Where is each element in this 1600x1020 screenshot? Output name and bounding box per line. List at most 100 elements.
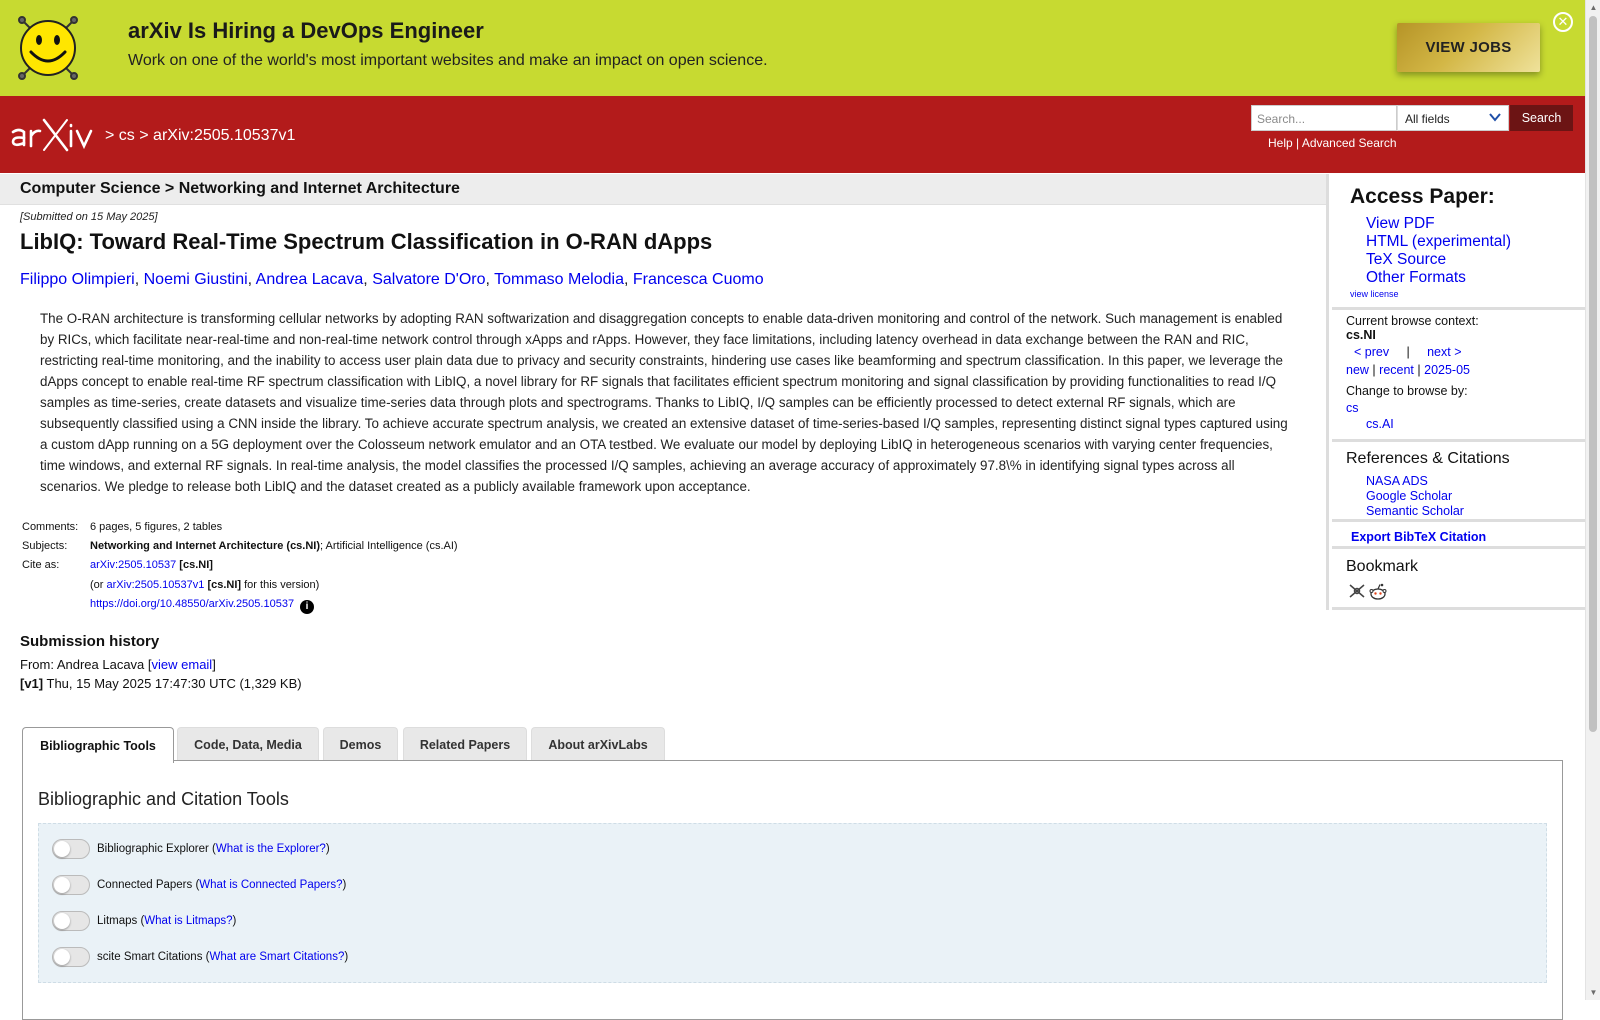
tool-help-link[interactable]: What is Connected Papers? (199, 879, 342, 891)
context-label: Current browse context: (1346, 314, 1479, 328)
subjects-value: Networking and Internet Architecture (cs… (90, 540, 458, 552)
author-link[interactable]: Noemi Giustini (144, 271, 248, 288)
browse-csai-link[interactable]: cs.AI (1366, 417, 1394, 431)
litmaps-toggle[interactable] (52, 911, 90, 931)
tool-label: Bibliographic Explorer ( (97, 843, 216, 855)
version-category: [cs.NI] (207, 579, 242, 591)
next-link[interactable]: next > (1427, 345, 1461, 359)
list-nav: new | recent | 2025-05 (1346, 363, 1470, 377)
cite-label: Cite as: (22, 559, 60, 571)
scite-toggle[interactable] (52, 947, 90, 967)
submission-history-title: Submission history (20, 633, 160, 650)
tab-demos[interactable]: Demos (323, 727, 398, 761)
tab-related-papers[interactable]: Related Papers (403, 727, 527, 761)
close-icon[interactable]: ✕ (1553, 12, 1573, 32)
search-button[interactable]: Search (1510, 105, 1573, 131)
tex-source-link[interactable]: TeX Source (1366, 251, 1446, 268)
nav-separator: | (1372, 363, 1376, 377)
tool-help-link[interactable]: What is the Explorer? (216, 843, 326, 855)
google-scholar-link[interactable]: Google Scholar (1366, 489, 1452, 503)
tool-label: Litmaps ( (97, 915, 145, 927)
browse-context-box: Current browse context: cs.NI < prev | n… (1332, 310, 1588, 442)
browse-cs-link[interactable]: cs (1346, 401, 1359, 415)
tab-bibliographic-tools[interactable]: Bibliographic Tools (22, 727, 174, 763)
author-separator: , (623, 271, 629, 288)
author-link[interactable]: Salvatore D'Oro (372, 271, 485, 288)
cite-id-link[interactable]: arXiv:2505.10537 (90, 559, 176, 571)
version-label: [v1] (20, 676, 44, 691)
semantic-scholar-link[interactable]: Semantic Scholar (1366, 504, 1464, 518)
view-email-link[interactable]: view email (152, 657, 213, 672)
page-scrollbar[interactable]: ▲ ▼ (1585, 0, 1600, 1000)
site-header: > cs > arXiv:2505.10537v1 Search... All … (0, 96, 1585, 173)
nav-separator: | (1406, 345, 1410, 359)
view-pdf-link[interactable]: View PDF (1366, 215, 1435, 232)
bibsonomy-icon[interactable] (1348, 583, 1366, 599)
from-suffix: ] (212, 657, 216, 672)
banner-text: Work on one of the world's most importan… (128, 52, 768, 69)
abstract: The O-RAN architecture is transforming c… (40, 311, 1288, 494)
scroll-up-arrow[interactable]: ▲ (1589, 3, 1598, 12)
scroll-down-arrow[interactable]: ▼ (1589, 988, 1598, 997)
breadcrumb: > cs > arXiv:2505.10537v1 (105, 127, 295, 145)
submission-date: [Submitted on 15 May 2025] (20, 211, 158, 223)
other-formats-link[interactable]: Other Formats (1366, 269, 1466, 286)
tool-close: ) (325, 843, 330, 855)
version-prefix: (or (90, 579, 104, 591)
bibliographic-explorer-toggle[interactable] (52, 839, 90, 859)
doi-link[interactable]: https://doi.org/10.48550/arXiv.2505.1053… (90, 598, 294, 610)
tab-about-arxivlabs[interactable]: About arXivLabs (531, 727, 665, 761)
export-bibtex-link[interactable]: Export BibTeX Citation (1351, 530, 1486, 544)
help-link[interactable]: Help (1268, 136, 1293, 150)
cite-category: [cs.NI] (179, 559, 213, 571)
author-separator: , (363, 271, 368, 288)
new-link[interactable]: new (1346, 363, 1369, 377)
secondary-subjects: ; Artificial Intelligence (cs.AI) (320, 540, 458, 552)
bookmark-box: Bookmark (1332, 549, 1588, 610)
author-separator: , (134, 271, 140, 288)
right-sidebar: Access Paper: View PDF HTML (experimenta… (1326, 174, 1588, 610)
browse-csai: cs.AI (1366, 417, 1394, 431)
tool-help-link[interactable]: What is Litmaps? (144, 915, 232, 927)
author-link[interactable]: Andrea Lacava (256, 271, 364, 288)
version-cite: (or arXiv:2505.10537v1 [cs.NI] for this … (90, 579, 319, 591)
breadcrumb-cs[interactable]: cs (119, 127, 135, 144)
prev-next-nav: < prev | next > (1354, 345, 1462, 359)
reddit-icon[interactable] (1368, 583, 1388, 601)
doi-row: https://doi.org/10.48550/arXiv.2505.1053… (90, 598, 315, 614)
author-link[interactable]: Filippo Olimpieri (20, 271, 135, 288)
search-links: Help | Advanced Search (1268, 136, 1397, 150)
references-box: References & Citations NASA ADS Google S… (1332, 442, 1588, 522)
nasa-ads-link[interactable]: NASA ADS (1366, 474, 1428, 488)
comments-value: 6 pages, 5 figures, 2 tables (90, 521, 223, 533)
search-input[interactable]: Search... (1251, 105, 1397, 131)
tool-label: Connected Papers ( (97, 879, 200, 891)
tool-help-link[interactable]: What are Smart Citations? (209, 951, 344, 963)
scrollbar-thumb[interactable] (1589, 16, 1597, 732)
tab-code-data-media[interactable]: Code, Data, Media (177, 727, 319, 761)
version-date: Thu, 15 May 2025 17:47:30 UTC (1,329 KB) (46, 676, 302, 691)
advanced-search-link[interactable]: Advanced Search (1302, 136, 1397, 150)
view-license-link[interactable]: view license (1350, 289, 1399, 299)
month-link[interactable]: 2025-05 (1424, 363, 1470, 377)
version-entry: [v1] Thu, 15 May 2025 17:47:30 UTC (1,32… (20, 676, 302, 691)
tool-row: Litmaps (What is Litmaps?) (52, 911, 236, 931)
subject-path: Computer Science > Networking and Intern… (20, 180, 460, 197)
info-icon[interactable]: i (300, 600, 315, 614)
primary-subject: Networking and Internet Architecture (cs… (90, 540, 321, 552)
version-id-link[interactable]: arXiv:2505.10537v1 (107, 579, 205, 591)
tool-close: ) (232, 915, 237, 927)
author-link[interactable]: Tommaso Melodia (494, 271, 624, 288)
submission-from: From: Andrea Lacava [view email] (20, 657, 216, 672)
prev-link[interactable]: < prev (1354, 345, 1389, 359)
connected-papers-toggle[interactable] (52, 875, 90, 895)
view-jobs-button[interactable]: VIEW JOBS (1397, 23, 1540, 72)
search-field-select[interactable]: All fields (1397, 105, 1509, 131)
arxiv-logo[interactable] (9, 116, 101, 154)
from-prefix: From: Andrea Lacava [ (20, 657, 152, 672)
subjects-label: Subjects: (22, 540, 68, 552)
author-link[interactable]: Francesca Cuomo (633, 271, 764, 288)
recent-link[interactable]: recent (1379, 363, 1414, 377)
html-link[interactable]: HTML (experimental) (1366, 233, 1511, 250)
breadcrumb-separator: > (105, 127, 115, 144)
